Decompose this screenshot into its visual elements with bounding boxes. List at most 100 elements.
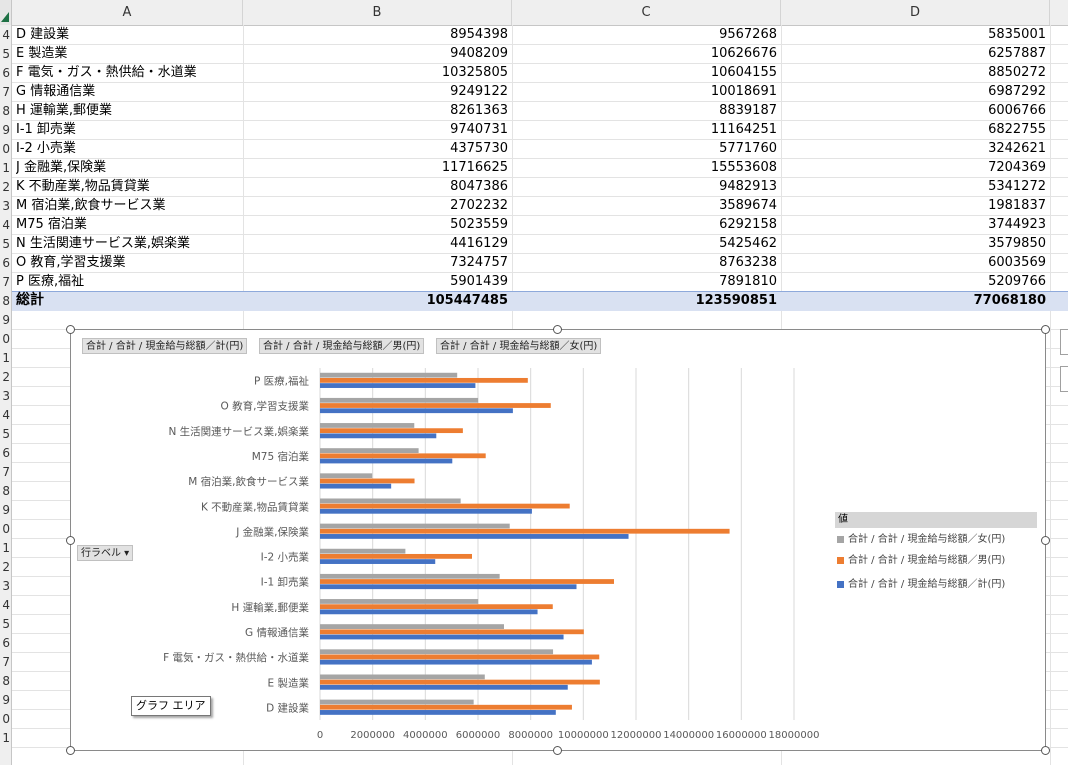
value-cell[interactable]: 8839187: [516, 101, 777, 120]
value-cell[interactable]: 3579850: [785, 234, 1046, 253]
row-number[interactable]: 2: [0, 558, 10, 577]
row-number[interactable]: 4: [0, 26, 10, 45]
value-cell[interactable]: 5023559: [247, 215, 508, 234]
chart-elements-button[interactable]: [1060, 329, 1068, 355]
grand-total-cell[interactable]: 123590851: [516, 291, 777, 310]
row-label-cell[interactable]: E 製造業: [16, 44, 239, 63]
row-number[interactable]: 6: [0, 634, 10, 653]
value-cell[interactable]: 5341272: [785, 177, 1046, 196]
value-cell[interactable]: 6292158: [516, 215, 777, 234]
value-cell[interactable]: 10604155: [516, 63, 777, 82]
value-cell[interactable]: 8763238: [516, 253, 777, 272]
value-cell[interactable]: 10325805: [247, 63, 508, 82]
row-number[interactable]: 0: [0, 330, 10, 349]
row-number[interactable]: 2: [0, 178, 10, 197]
row-number[interactable]: 6: [0, 254, 10, 273]
value-cell[interactable]: 5901439: [247, 272, 508, 291]
value-cell[interactable]: 6822755: [785, 120, 1046, 139]
value-cell[interactable]: 8047386: [247, 177, 508, 196]
select-all-corner[interactable]: [0, 0, 12, 25]
row-label-cell[interactable]: D 建設業: [16, 25, 239, 44]
row-label-cell[interactable]: N 生活関連サービス業,娯楽業: [16, 234, 239, 253]
row-number[interactable]: 3: [0, 577, 10, 596]
row-number[interactable]: 6: [0, 444, 10, 463]
row-number[interactable]: 9: [0, 501, 10, 520]
row-number[interactable]: 8: [0, 672, 10, 691]
value-cell[interactable]: 11716625: [247, 158, 508, 177]
row-number[interactable]: 0: [0, 710, 10, 729]
value-cell[interactable]: 4375730: [247, 139, 508, 158]
row-number[interactable]: 8: [0, 292, 10, 311]
row-label-cell[interactable]: I-1 卸売業: [16, 120, 239, 139]
row-number[interactable]: 9: [0, 311, 10, 330]
row-number[interactable]: 1: [0, 159, 10, 178]
value-cell[interactable]: 6257887: [785, 44, 1046, 63]
column-header-a[interactable]: A: [12, 0, 243, 25]
row-number[interactable]: 7: [0, 463, 10, 482]
row-label-cell[interactable]: P 医療,福祉: [16, 272, 239, 291]
row-number[interactable]: 9: [0, 691, 10, 710]
value-cell[interactable]: 3589674: [516, 196, 777, 215]
grand-total-cell[interactable]: 総計: [16, 291, 239, 310]
value-cell[interactable]: 11164251: [516, 120, 777, 139]
pivot-chart[interactable]: 合計 / 合計 / 現金給与総額／計(円) 合計 / 合計 / 現金給与総額／男…: [66, 325, 1050, 755]
value-cell[interactable]: 6003569: [785, 253, 1046, 272]
row-label-cell[interactable]: J 金融業,保険業: [16, 158, 239, 177]
row-label-cell[interactable]: I-2 小売業: [16, 139, 239, 158]
row-label-cell[interactable]: M75 宿泊業: [16, 215, 239, 234]
value-cell[interactable]: 6006766: [785, 101, 1046, 120]
row-number[interactable]: 4: [0, 406, 10, 425]
row-number[interactable]: 5: [0, 45, 10, 64]
row-number[interactable]: 9: [0, 121, 10, 140]
value-cell[interactable]: 9408209: [247, 44, 508, 63]
column-header-c[interactable]: C: [512, 0, 781, 25]
value-cell[interactable]: 7891810: [516, 272, 777, 291]
row-number[interactable]: 1: [0, 539, 10, 558]
row-number[interactable]: 6: [0, 64, 10, 83]
row-number[interactable]: 1: [0, 349, 10, 368]
value-cell[interactable]: 9740731: [247, 120, 508, 139]
value-cell[interactable]: 4416129: [247, 234, 508, 253]
grand-total-cell[interactable]: 77068180: [785, 291, 1046, 310]
row-number[interactable]: 7: [0, 653, 10, 672]
value-cell[interactable]: 8954398: [247, 25, 508, 44]
value-cell[interactable]: 10018691: [516, 82, 777, 101]
legend-item-male[interactable]: 合計 / 合計 / 現金給与総額／男(円): [837, 553, 1005, 569]
row-number[interactable]: 3: [0, 197, 10, 216]
value-cell[interactable]: 5209766: [785, 272, 1046, 291]
row-number[interactable]: 3: [0, 387, 10, 406]
value-cell[interactable]: 9249122: [247, 82, 508, 101]
column-header-b[interactable]: B: [243, 0, 512, 25]
row-label-cell[interactable]: K 不動産業,物品賃貸業: [16, 177, 239, 196]
row-label-cell[interactable]: G 情報通信業: [16, 82, 239, 101]
value-cell[interactable]: 2702232: [247, 196, 508, 215]
row-number[interactable]: 7: [0, 83, 10, 102]
row-number[interactable]: 4: [0, 596, 10, 615]
value-cell[interactable]: 9567268: [516, 25, 777, 44]
value-cell[interactable]: 8261363: [247, 101, 508, 120]
row-number[interactable]: 4: [0, 216, 10, 235]
legend-item-female[interactable]: 合計 / 合計 / 現金給与総額／女(円): [837, 532, 1005, 548]
row-number[interactable]: 0: [0, 520, 10, 539]
row-label-cell[interactable]: O 教育,学習支援業: [16, 253, 239, 272]
value-cell[interactable]: 6987292: [785, 82, 1046, 101]
value-cell[interactable]: 8850272: [785, 63, 1046, 82]
row-number[interactable]: 5: [0, 235, 10, 254]
row-label-cell[interactable]: H 運輸業,郵便業: [16, 101, 239, 120]
row-number[interactable]: 8: [0, 482, 10, 501]
value-cell[interactable]: 15553608: [516, 158, 777, 177]
column-header-d[interactable]: D: [781, 0, 1050, 25]
value-cell[interactable]: 7204369: [785, 158, 1046, 177]
row-label-cell[interactable]: F 電気・ガス・熱供給・水道業: [16, 63, 239, 82]
row-number[interactable]: 2: [0, 368, 10, 387]
row-number[interactable]: 7: [0, 273, 10, 292]
value-cell[interactable]: 7324757: [247, 253, 508, 272]
value-cell[interactable]: 5425462: [516, 234, 777, 253]
value-cell[interactable]: 3744923: [785, 215, 1046, 234]
grand-total-cell[interactable]: 105447485: [247, 291, 508, 310]
row-number[interactable]: 0: [0, 140, 10, 159]
chart-styles-brush-icon[interactable]: [1060, 366, 1068, 392]
row-number[interactable]: 8: [0, 102, 10, 121]
row-label-cell[interactable]: M 宿泊業,飲食サービス業: [16, 196, 239, 215]
row-number[interactable]: 5: [0, 425, 10, 444]
